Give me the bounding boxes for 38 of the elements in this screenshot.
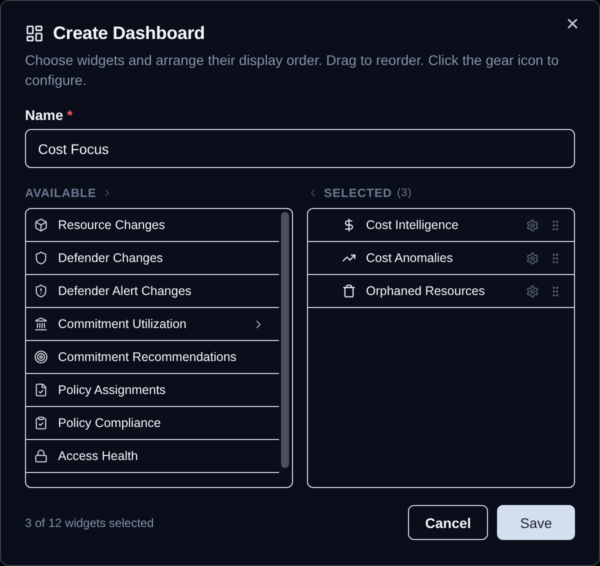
box-icon <box>34 218 48 232</box>
widget-item[interactable]: Access Health <box>26 440 279 473</box>
section-heading: SELECTED <box>324 186 392 200</box>
widget-item[interactable]: Cost Anomalies <box>308 242 574 275</box>
dollar-icon <box>342 218 356 232</box>
bank-icon <box>34 317 48 331</box>
name-field[interactable]: Cost Focus <box>25 129 575 168</box>
file-check-icon <box>34 383 48 397</box>
scrollbar-thumb[interactable] <box>281 212 289 468</box>
widget-item[interactable]: Policy Assignments <box>26 374 279 407</box>
selected-count: (3) <box>397 187 412 199</box>
settings-icon[interactable] <box>526 218 539 232</box>
field-label: Name <box>25 107 64 123</box>
widget-item[interactable]: Defender Alert Changes <box>26 275 279 308</box>
trash-icon <box>342 284 356 298</box>
settings-icon[interactable] <box>526 252 539 264</box>
widget-item[interactable]: Orphaned Resources <box>308 275 574 308</box>
clipboard-check-icon <box>34 416 48 430</box>
shield-icon <box>34 251 48 265</box>
widget-item[interactable]: Cost Intelligence <box>308 209 574 242</box>
widget-item[interactable]: Policy Compliance <box>26 407 279 440</box>
target-icon <box>34 350 48 364</box>
widget-item[interactable]: Commitment Recommendations <box>26 341 279 374</box>
dialog-title: Create Dashboard <box>53 23 205 44</box>
cancel-button[interactable]: Cancel <box>408 505 488 540</box>
required-mark: * <box>67 107 73 123</box>
shield-alert-icon <box>34 284 48 298</box>
widget-item[interactable]: Commitment Utilization <box>26 308 279 341</box>
settings-icon[interactable] <box>526 284 539 298</box>
save-button[interactable]: Save <box>497 505 575 540</box>
lock-icon <box>34 449 48 463</box>
dashboard-icon <box>25 24 44 43</box>
dialog-description: Choose widgets and arrange their display order. Drag to reorder. Click the gear icon to configure. <box>25 51 560 90</box>
close-button[interactable]: × <box>562 11 583 37</box>
section-heading: AVAILABLE <box>25 186 96 200</box>
widget-item[interactable]: Defender Changes <box>26 242 279 275</box>
widget-item[interactable]: Resource Changes <box>26 209 279 242</box>
selection-status: 3 of 12 widgets selected <box>25 516 155 530</box>
